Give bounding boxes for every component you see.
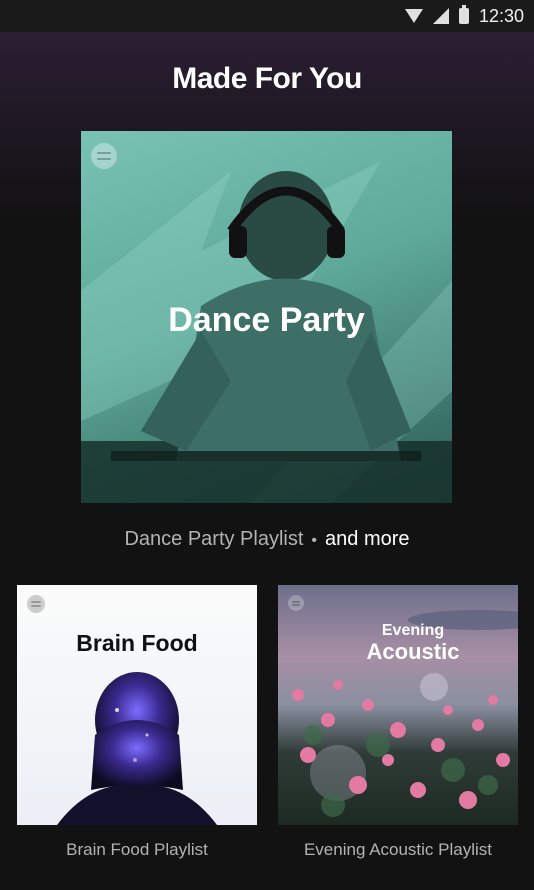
brain-food-artwork [57, 672, 217, 825]
spotify-logo-icon [91, 143, 117, 169]
featured-caption: Dance Party Playlist • and more [0, 528, 534, 551]
brain-food-label[interactable]: Brain Food Playlist [17, 840, 257, 860]
status-icons: 12:30 [404, 5, 524, 26]
separator-dot: • [311, 532, 318, 549]
and-more-link[interactable]: and more [325, 528, 410, 550]
evening-acoustic-cover[interactable]: Evening Acoustic [278, 585, 518, 825]
brain-food-card[interactable]: Brain Food Brain Food Playlist [17, 585, 257, 860]
featured-playlist-link[interactable]: Dance Party Playlist [124, 528, 303, 550]
evening-acoustic-card[interactable]: Evening Acoustic Evening Acoustic Playli… [278, 585, 518, 860]
signal-icon [432, 8, 449, 24]
brain-food-cover[interactable]: Brain Food [17, 585, 257, 825]
battery-icon [458, 5, 469, 24]
dance-party-cover[interactable]: Dance Party [81, 131, 452, 503]
evening-acoustic-cover-line2: Acoustic [366, 639, 460, 664]
evening-acoustic-cover-title: Evening Acoustic [348, 623, 478, 663]
evening-acoustic-cover-line1: Evening [381, 622, 445, 639]
status-time: 12:30 [478, 5, 524, 26]
evening-acoustic-artwork [292, 610, 518, 817]
dance-party-cover-title: Dance Party [168, 301, 365, 339]
page-title: Made For You [172, 62, 362, 95]
evening-acoustic-label[interactable]: Evening Acoustic Playlist [278, 840, 518, 860]
status-bar: 12:30 [0, 0, 534, 32]
spotify-logo-icon [288, 595, 304, 611]
wifi-icon [404, 9, 423, 23]
